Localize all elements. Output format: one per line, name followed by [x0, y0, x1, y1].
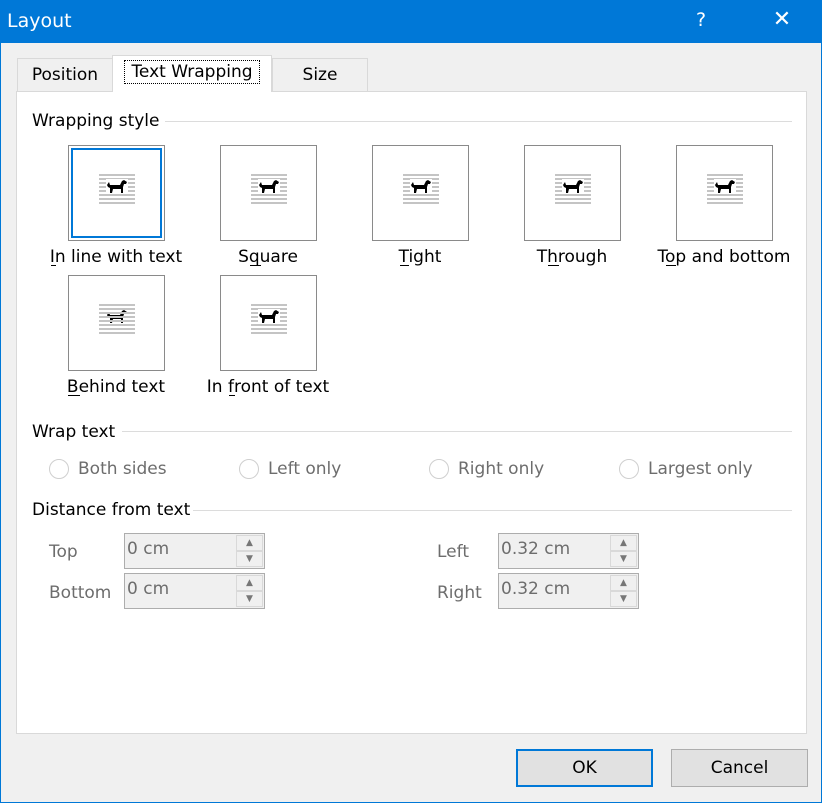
inline-dog-icon: [99, 174, 135, 204]
left-label: Left: [437, 542, 469, 562]
mnemonic-underline: [666, 265, 677, 266]
cancel-button[interactable]: Cancel: [671, 749, 808, 787]
wrap-option-tight[interactable]: [372, 145, 469, 241]
top-spinner[interactable]: 0 cm ▲ ▼: [124, 533, 265, 569]
bottom-value[interactable]: 0 cm: [127, 579, 169, 599]
bottom-spinner[interactable]: 0 cm ▲ ▼: [124, 573, 265, 609]
top-value[interactable]: 0 cm: [127, 539, 169, 559]
right-spinner[interactable]: 0.32 cm ▲ ▼: [498, 573, 639, 609]
wrap-text-heading: Wrap text: [32, 422, 116, 442]
bottom-label: Bottom: [49, 583, 112, 603]
mnemonic-underline: [228, 395, 235, 396]
radio-right-only[interactable]: [429, 459, 449, 479]
spin-down-button[interactable]: ▼: [236, 591, 263, 607]
spin-up-button[interactable]: ▲: [610, 575, 637, 591]
radio-label: Largest only: [648, 459, 753, 479]
right-value[interactable]: 0.32 cm: [501, 579, 570, 599]
radio-left-only[interactable]: [239, 459, 259, 479]
left-value[interactable]: 0.32 cm: [501, 539, 570, 559]
spin-up-button[interactable]: ▲: [236, 575, 263, 591]
tab-label: Position: [31, 65, 99, 85]
radio-label: Both sides: [78, 459, 167, 479]
radio-largest-only[interactable]: [619, 459, 639, 479]
right-label: Right: [437, 583, 482, 603]
spin-up-button[interactable]: ▲: [610, 535, 637, 551]
mnemonic-underline: [399, 265, 410, 266]
mnemonic-underline: [67, 395, 80, 396]
front-dog-icon: [251, 304, 287, 334]
ok-button[interactable]: OK: [516, 749, 653, 787]
spin-down-button[interactable]: ▼: [610, 591, 637, 607]
help-button[interactable]: ?: [691, 9, 711, 31]
wrap-option-behind-text[interactable]: [68, 275, 165, 371]
wrap-option-label: Behind text: [66, 377, 166, 397]
spin-down-button[interactable]: ▼: [236, 551, 263, 567]
wrapping-style-heading: Wrapping style: [32, 111, 160, 131]
wrap-option-label: Square: [238, 247, 298, 267]
tab-position[interactable]: Position: [17, 58, 113, 92]
spin-up-button[interactable]: ▲: [236, 535, 263, 551]
wrap-option-in-front-of-text[interactable]: [220, 275, 317, 371]
mnemonic-underline: [548, 265, 559, 266]
divider: [122, 431, 792, 432]
divider: [193, 510, 792, 511]
tab-label: Text Wrapping: [124, 60, 260, 84]
square-dog-icon: [251, 174, 287, 204]
spin-down-button[interactable]: ▼: [610, 551, 637, 567]
distance-heading: Distance from text: [32, 500, 191, 520]
title-bar: Layout ? ✕: [1, 1, 822, 43]
radio-both-sides[interactable]: [49, 459, 69, 479]
tight-dog-icon: [403, 174, 439, 204]
radio-label: Right only: [458, 459, 545, 479]
wrap-option-label: Tight: [398, 247, 442, 267]
top-label: Top: [49, 542, 78, 562]
through-dog-icon: [555, 174, 591, 204]
wrap-option-label: In line with text: [49, 247, 183, 267]
top-bottom-dog-icon: [707, 174, 743, 204]
wrap-option-label: In front of text: [206, 377, 330, 397]
window-title: Layout: [7, 10, 72, 32]
mnemonic-underline: [50, 265, 56, 266]
radio-label: Left only: [268, 459, 342, 479]
tab-label: Size: [302, 65, 338, 85]
tab-size[interactable]: Size: [272, 58, 368, 92]
wrap-option-label: Through: [536, 247, 608, 267]
wrap-option-in-line-with-text[interactable]: [68, 145, 165, 241]
left-spinner[interactable]: 0.32 cm ▲ ▼: [498, 533, 639, 569]
wrap-option-square[interactable]: [220, 145, 317, 241]
close-button[interactable]: ✕: [767, 7, 797, 32]
mnemonic-underline: [249, 265, 261, 266]
divider: [165, 121, 792, 122]
tab-text-wrapping[interactable]: Text Wrapping: [112, 55, 272, 92]
behind-dog-icon: [99, 304, 135, 334]
wrap-option-top-and-bottom[interactable]: [676, 145, 773, 241]
wrap-option-through[interactable]: [524, 145, 621, 241]
wrap-option-label: Top and bottom: [657, 247, 791, 267]
